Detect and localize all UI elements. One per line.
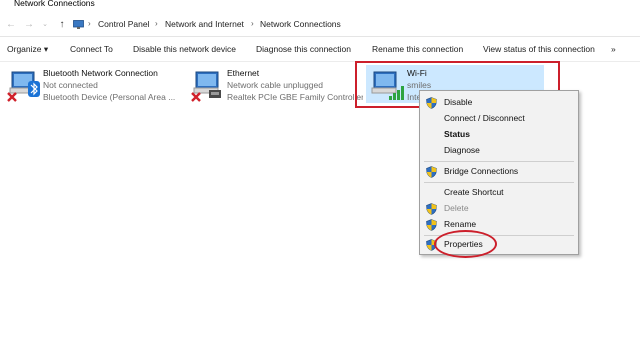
network-adapter-icon bbox=[191, 71, 221, 102]
uac-shield-icon bbox=[426, 219, 437, 231]
breadcrumb-network-and-internet[interactable]: Network and Internet bbox=[165, 19, 244, 29]
breadcrumb-network-connections[interactable]: Network Connections bbox=[260, 19, 341, 29]
connection-device: Realtek PCIe GBE Family Controller bbox=[227, 92, 363, 102]
context-menu: Disable Connect / Disconnect Status Diag… bbox=[419, 90, 579, 255]
control-panel-icon bbox=[73, 20, 84, 29]
properties-annotation-circle bbox=[434, 230, 497, 258]
connection-name: Ethernet bbox=[227, 68, 260, 78]
breadcrumb-separator: › bbox=[88, 19, 91, 28]
connection-status: Not connected bbox=[43, 80, 98, 90]
breadcrumb-control-panel[interactable]: Control Panel bbox=[98, 19, 150, 29]
menu-item-connect-disconnect[interactable]: Connect / Disconnect bbox=[444, 113, 525, 123]
menu-item-status[interactable]: Status bbox=[444, 129, 470, 139]
menu-item-delete: Delete bbox=[444, 203, 469, 213]
window-title: Network Connections bbox=[14, 0, 95, 8]
address-bar: ← → ⌄ ↑ › Control Panel › Network and In… bbox=[0, 14, 640, 37]
disable-device-button[interactable]: Disable this network device bbox=[133, 44, 236, 54]
uac-shield-icon bbox=[426, 97, 437, 109]
menu-item-diagnose[interactable]: Diagnose bbox=[444, 145, 480, 155]
command-toolbar: Organize ▾ Connect To Disable this netwo… bbox=[0, 38, 640, 62]
breadcrumb-separator: › bbox=[155, 19, 158, 28]
connection-status: Network cable unplugged bbox=[227, 80, 323, 90]
connection-name: Bluetooth Network Connection bbox=[43, 68, 158, 78]
menu-item-bridge-connections[interactable]: Bridge Connections bbox=[444, 166, 518, 176]
rename-connection-button[interactable]: Rename this connection bbox=[372, 44, 463, 54]
more-commands-button[interactable]: » bbox=[611, 44, 616, 54]
forward-arrow-icon[interactable]: → bbox=[22, 18, 36, 32]
menu-separator bbox=[424, 161, 574, 162]
uac-shield-icon bbox=[426, 166, 437, 178]
organize-button[interactable]: Organize ▾ bbox=[7, 44, 48, 55]
diagnose-connection-button[interactable]: Diagnose this connection bbox=[256, 44, 351, 54]
menu-separator bbox=[424, 182, 574, 183]
network-adapter-icon bbox=[7, 71, 40, 102]
connection-device: Bluetooth Device (Personal Area ... bbox=[43, 92, 176, 102]
connection-item-bluetooth[interactable]: Bluetooth Network Connection Not connect… bbox=[6, 66, 196, 106]
connection-item-ethernet[interactable]: Ethernet Network cable unplugged Realtek… bbox=[190, 66, 365, 106]
breadcrumb-separator: › bbox=[251, 19, 254, 28]
view-status-button[interactable]: View status of this connection bbox=[483, 44, 595, 54]
menu-item-rename[interactable]: Rename bbox=[444, 219, 476, 229]
up-arrow-icon[interactable]: ↑ bbox=[55, 18, 69, 32]
menu-item-create-shortcut[interactable]: Create Shortcut bbox=[444, 187, 504, 197]
menu-item-disable[interactable]: Disable bbox=[444, 97, 472, 107]
connect-to-button[interactable]: Connect To bbox=[70, 44, 113, 54]
back-arrow-icon[interactable]: ← bbox=[4, 18, 18, 32]
chevron-down-icon[interactable]: ⌄ bbox=[38, 18, 52, 32]
title-bar: Network Connections bbox=[0, 0, 640, 12]
uac-shield-icon bbox=[426, 203, 437, 215]
